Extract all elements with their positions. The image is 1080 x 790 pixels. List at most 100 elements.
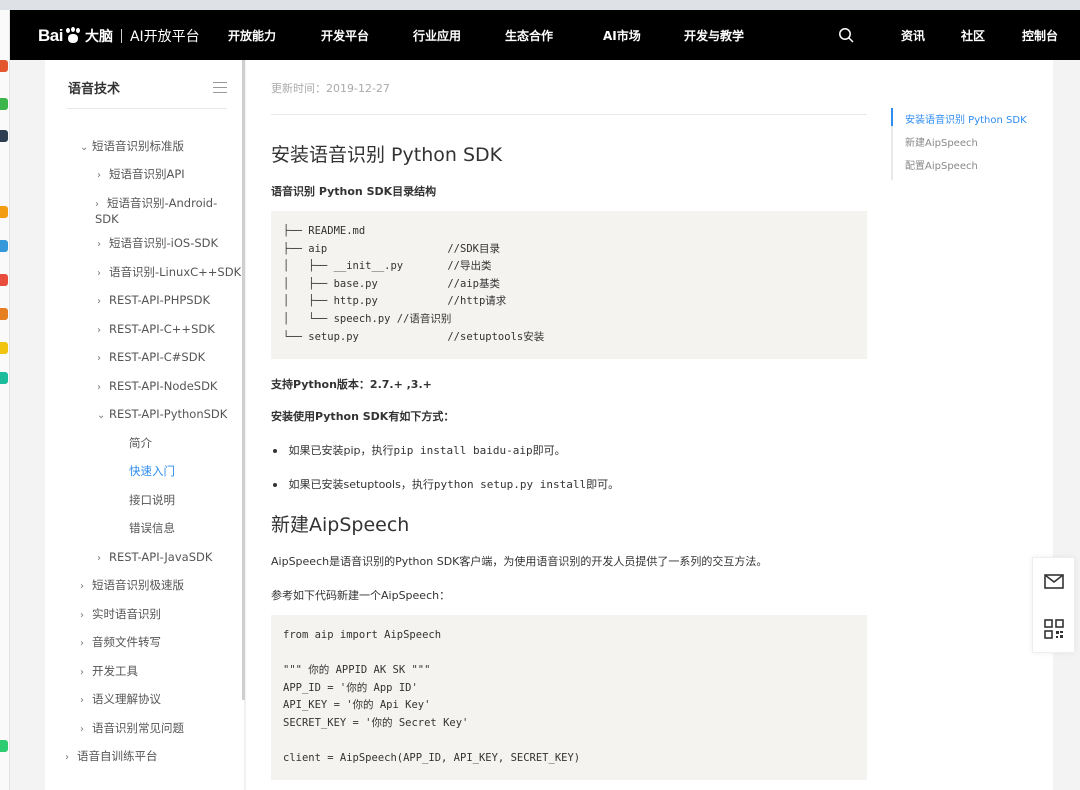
- sidebar-divider: [67, 108, 227, 109]
- sidebar-item[interactable]: › REST-API-C++SDK: [97, 322, 215, 338]
- nav-item-ai-market[interactable]: AI市场: [603, 27, 641, 44]
- sidebar-item[interactable]: › 短语音识别-Android-SDK: [95, 196, 240, 226]
- nav-item-dev-teaching[interactable]: 开发与教学: [684, 27, 744, 44]
- sidebar-item[interactable]: › 语义理解协议: [80, 692, 161, 708]
- sidebar-subitem-active[interactable]: 快速入门: [129, 464, 175, 478]
- chevron-right-icon: ›: [65, 752, 69, 763]
- nav-item-industry[interactable]: 行业应用: [413, 27, 461, 44]
- updated-date: 更新时间：2019-12-27: [271, 82, 390, 95]
- code-line: SECRET_KEY = '你的 Secret Key': [283, 716, 469, 729]
- sidebar-item[interactable]: › 语音识别常见问题: [80, 721, 184, 737]
- nav-item-ecosystem[interactable]: 生态合作: [505, 27, 553, 44]
- app-shortcut-icon[interactable]: [0, 206, 8, 218]
- install-bullet-setuptools: 如果已安装setuptools，执行python setup.py instal…: [273, 476, 620, 492]
- toc-item-active[interactable]: 安装语音识别 Python SDK: [905, 111, 1027, 126]
- qr-code-icon[interactable]: [1043, 618, 1065, 640]
- sidebar-item[interactable]: ⌄ 短语音识别标准版: [80, 139, 184, 155]
- code-line: ├── aip //SDK目录: [283, 242, 500, 255]
- sidebar-item[interactable]: › 语音自训练平台: [65, 749, 158, 765]
- sidebar-subitem[interactable]: 接口说明: [129, 493, 175, 507]
- sidebar-item[interactable]: ⌄ REST-API-PythonSDK: [97, 407, 227, 423]
- inline-code: python setup.py install: [433, 478, 587, 491]
- code-line: │ ├── base.py //aip基类: [283, 277, 500, 290]
- app-shortcut-icon[interactable]: [0, 98, 8, 110]
- inline-code: pip install baidu-aip: [393, 444, 533, 457]
- chevron-down-icon: ⌄: [80, 142, 89, 153]
- dir-structure-heading: 语音识别 Python SDK目录结构: [271, 185, 437, 198]
- code-line: │ └── speech.py //语音识别: [283, 312, 452, 325]
- code-line: │ ├── http.py //http请求: [283, 295, 507, 308]
- nav-item-open-capabilities[interactable]: 开放能力: [228, 27, 276, 44]
- chevron-right-icon: ›: [80, 610, 84, 621]
- sidebar-item[interactable]: › 实时语音识别: [80, 607, 161, 623]
- chevron-right-icon: ›: [97, 239, 101, 250]
- toc-item[interactable]: 新建AipSpeech: [905, 134, 978, 149]
- sidebar-title: 语音技术: [68, 82, 121, 97]
- chevron-right-icon: ›: [97, 553, 101, 564]
- dir-tree-codeblock: ├── README.md ├── aip //SDK目录 │ ├── __in…: [271, 211, 867, 359]
- code-line: API_KEY = '你的 Api Key': [283, 699, 431, 712]
- sidebar-item[interactable]: › REST-API-C#SDK: [97, 350, 205, 366]
- sidebar-item[interactable]: › 短语音识别API: [97, 167, 185, 183]
- sidebar-item[interactable]: › 音频文件转写: [80, 635, 161, 651]
- section-title-new-aipspeech: 新建AipSpeech: [271, 514, 410, 536]
- reference-text: 参考如下代码新建一个AipSpeech：: [271, 589, 451, 602]
- app-shortcut-icon[interactable]: [0, 342, 8, 354]
- code-line: APP_ID = '你的 App ID': [283, 681, 418, 694]
- nav-item-dev-platform[interactable]: 开发平台: [321, 27, 369, 44]
- sidebar-item[interactable]: › 开发工具: [80, 664, 138, 680]
- chevron-right-icon: ›: [97, 382, 101, 393]
- app-shortcut-icon[interactable]: [0, 372, 8, 384]
- code-line: ├── README.md: [283, 225, 366, 237]
- floating-contact-widget: [1032, 557, 1075, 653]
- doc-sidebar: 语音技术 ⌄ 短语音识别标准版 › 短语音识别API › 短语音识别-Android-…: [45, 60, 245, 790]
- baidu-ai-logo[interactable]: Bai 大脑 AI开放平台: [38, 25, 200, 47]
- sidebar-item[interactable]: › 短语音识别极速版: [80, 578, 184, 594]
- sidebar-item[interactable]: › 语音识别-LinuxC++SDK: [97, 265, 241, 281]
- install-bullet-pip: 如果已安装pip，执行pip install baidu-aip即可。: [273, 442, 566, 458]
- sidebar-subitem[interactable]: 错误信息: [129, 521, 175, 535]
- chevron-right-icon: ›: [95, 199, 99, 210]
- browser-tab-strip: [0, 0, 1080, 10]
- aipspeech-description: AipSpeech是语音识别的Python SDK客户端，为使用语音识别的开发人…: [271, 555, 768, 568]
- nav-item-console[interactable]: 控制台: [1022, 27, 1058, 44]
- toc-item[interactable]: 配置AipSpeech: [905, 157, 978, 172]
- python-version-note: 支持Python版本：2.7.+ ,3.+: [271, 378, 432, 391]
- toc-active-indicator: [891, 108, 893, 126]
- code-line: """ 你的 APPID AK SK """: [283, 664, 431, 677]
- sidebar-item[interactable]: › REST-API-JavaSDK: [97, 550, 212, 566]
- baidu-paw-icon: [64, 27, 82, 45]
- nav-item-community[interactable]: 社区: [961, 27, 985, 44]
- menu-icon[interactable]: [213, 82, 227, 93]
- sidebar-subitem[interactable]: 简介: [129, 436, 152, 450]
- logo-bai-text: Bai: [38, 26, 63, 45]
- browser-app-sidebar: [0, 10, 10, 790]
- logo-divider: [120, 29, 122, 43]
- app-shortcut-icon[interactable]: [0, 274, 8, 286]
- app-shortcut-icon[interactable]: [0, 740, 8, 752]
- sidebar-item[interactable]: › REST-API-NodeSDK: [97, 379, 217, 395]
- chevron-right-icon: ›: [97, 268, 101, 279]
- code-line: client = AipSpeech(APP_ID, API_KEY, SECR…: [283, 752, 581, 765]
- sidebar-item[interactable]: › REST-API-PHPSDK: [97, 293, 210, 309]
- chevron-down-icon: ⌄: [97, 410, 106, 421]
- top-navigation-bar: Bai 大脑 AI开放平台 开放能力 开发平台 行业应用 生态合作 AI市场 开…: [10, 10, 1080, 60]
- chevron-right-icon: ›: [80, 581, 84, 592]
- chevron-right-icon: ›: [80, 667, 84, 678]
- code-line: └── setup.py //setuptools安装: [283, 330, 545, 343]
- chevron-right-icon: ›: [97, 296, 101, 307]
- app-shortcut-icon[interactable]: [0, 240, 8, 252]
- app-shortcut-icon[interactable]: [0, 60, 8, 72]
- chevron-right-icon: ›: [80, 638, 84, 649]
- app-shortcut-icon[interactable]: [0, 308, 8, 320]
- install-methods-heading: 安装使用Python SDK有如下方式：: [271, 410, 455, 423]
- search-icon[interactable]: [838, 27, 854, 43]
- content-divider: [271, 114, 867, 115]
- nav-item-news[interactable]: 资讯: [901, 27, 925, 44]
- app-shortcut-icon[interactable]: [0, 130, 8, 142]
- sidebar-scrollbar[interactable]: [242, 60, 245, 700]
- code-line: │ ├── __init__.py //导出类: [283, 260, 492, 273]
- mail-icon[interactable]: [1043, 570, 1065, 592]
- sidebar-item[interactable]: › 短语音识别-iOS-SDK: [97, 236, 218, 252]
